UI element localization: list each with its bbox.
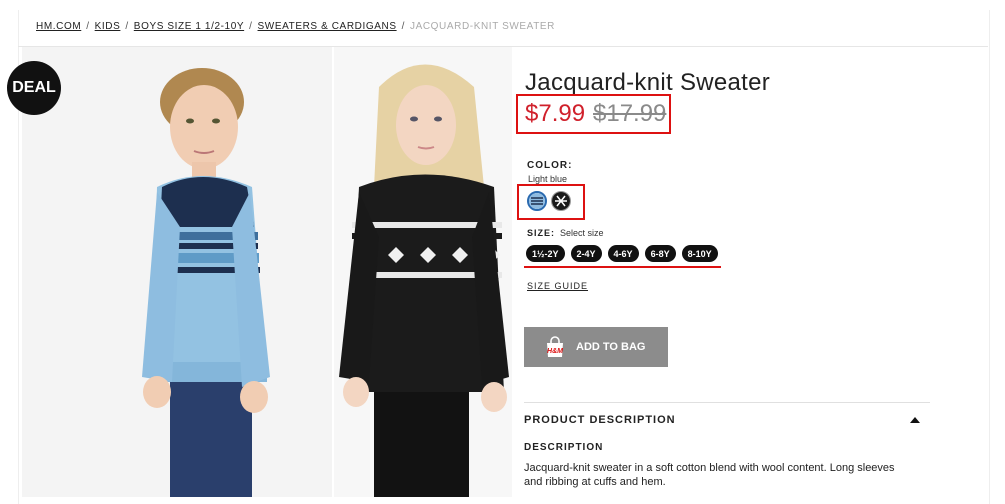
product-description-toggle[interactable]: PRODUCT DESCRIPTION: [524, 414, 930, 426]
breadcrumb-link-sweaters[interactable]: SWEATERS & CARDIGANS: [258, 21, 397, 32]
size-highlight-underline: [524, 266, 721, 268]
light-blue-pattern-icon: [529, 193, 545, 209]
svg-text:H&M: H&M: [547, 348, 563, 355]
size-option-1-2y[interactable]: 1½-2Y: [526, 245, 565, 262]
size-hint: Select size: [560, 228, 604, 238]
model-boy-light-blue-image: [22, 47, 332, 497]
product-title: Jacquard-knit Sweater: [525, 69, 771, 96]
product-photo-black[interactable]: [334, 47, 512, 497]
size-option-2-4y[interactable]: 2-4Y: [570, 245, 602, 262]
sale-price: $7.99: [525, 100, 586, 127]
swatch-light-blue[interactable]: [527, 191, 547, 211]
original-price: $17.99: [593, 100, 667, 127]
breadcrumb-link-boys-size[interactable]: BOYS SIZE 1 1/2-10Y: [134, 21, 244, 32]
add-to-bag-label: ADD TO BAG: [576, 341, 646, 353]
model-child-black-image: [334, 47, 512, 497]
breadcrumb-link-home[interactable]: HM.COM: [36, 21, 81, 32]
breadcrumb-separator: /: [401, 21, 405, 32]
deal-badge: DEAL: [7, 61, 61, 115]
description-subheading: DESCRIPTION: [524, 442, 604, 453]
size-option-8-10y[interactable]: 8-10Y: [681, 245, 718, 262]
color-label: COLOR:: [527, 160, 573, 171]
size-guide-link[interactable]: SIZE GUIDE: [527, 281, 588, 291]
size-options: 1½-2Y 2-4Y 4-6Y 6-8Y 8-10Y: [526, 245, 718, 262]
breadcrumb-separator: /: [249, 21, 253, 32]
add-to-bag-button[interactable]: H&M ADD TO BAG: [524, 327, 668, 367]
color-value: Light blue: [528, 174, 568, 184]
hm-bag-icon: H&M: [544, 336, 566, 358]
size-option-6-8y[interactable]: 6-8Y: [644, 245, 676, 262]
size-option-4-6y[interactable]: 4-6Y: [607, 245, 639, 262]
breadcrumb-link-kids[interactable]: KIDS: [95, 21, 121, 32]
description-divider: [524, 402, 930, 403]
breadcrumb-separator: /: [125, 21, 129, 32]
breadcrumb-separator: /: [86, 21, 90, 32]
swatch-black[interactable]: [551, 191, 571, 211]
black-pattern-icon: [552, 192, 570, 210]
size-label: SIZE:: [527, 228, 556, 238]
product-photo-light-blue[interactable]: [22, 47, 332, 497]
breadcrumb-current: JACQUARD-KNIT SWEATER: [409, 21, 556, 32]
description-text: Jacquard-knit sweater in a soft cotton b…: [524, 462, 895, 488]
product-description-heading: PRODUCT DESCRIPTION: [524, 414, 676, 426]
breadcrumb: HM.COM / KIDS / BOYS SIZE 1 1/2-10Y / SW…: [36, 21, 555, 32]
caret-up-icon: [910, 417, 920, 423]
